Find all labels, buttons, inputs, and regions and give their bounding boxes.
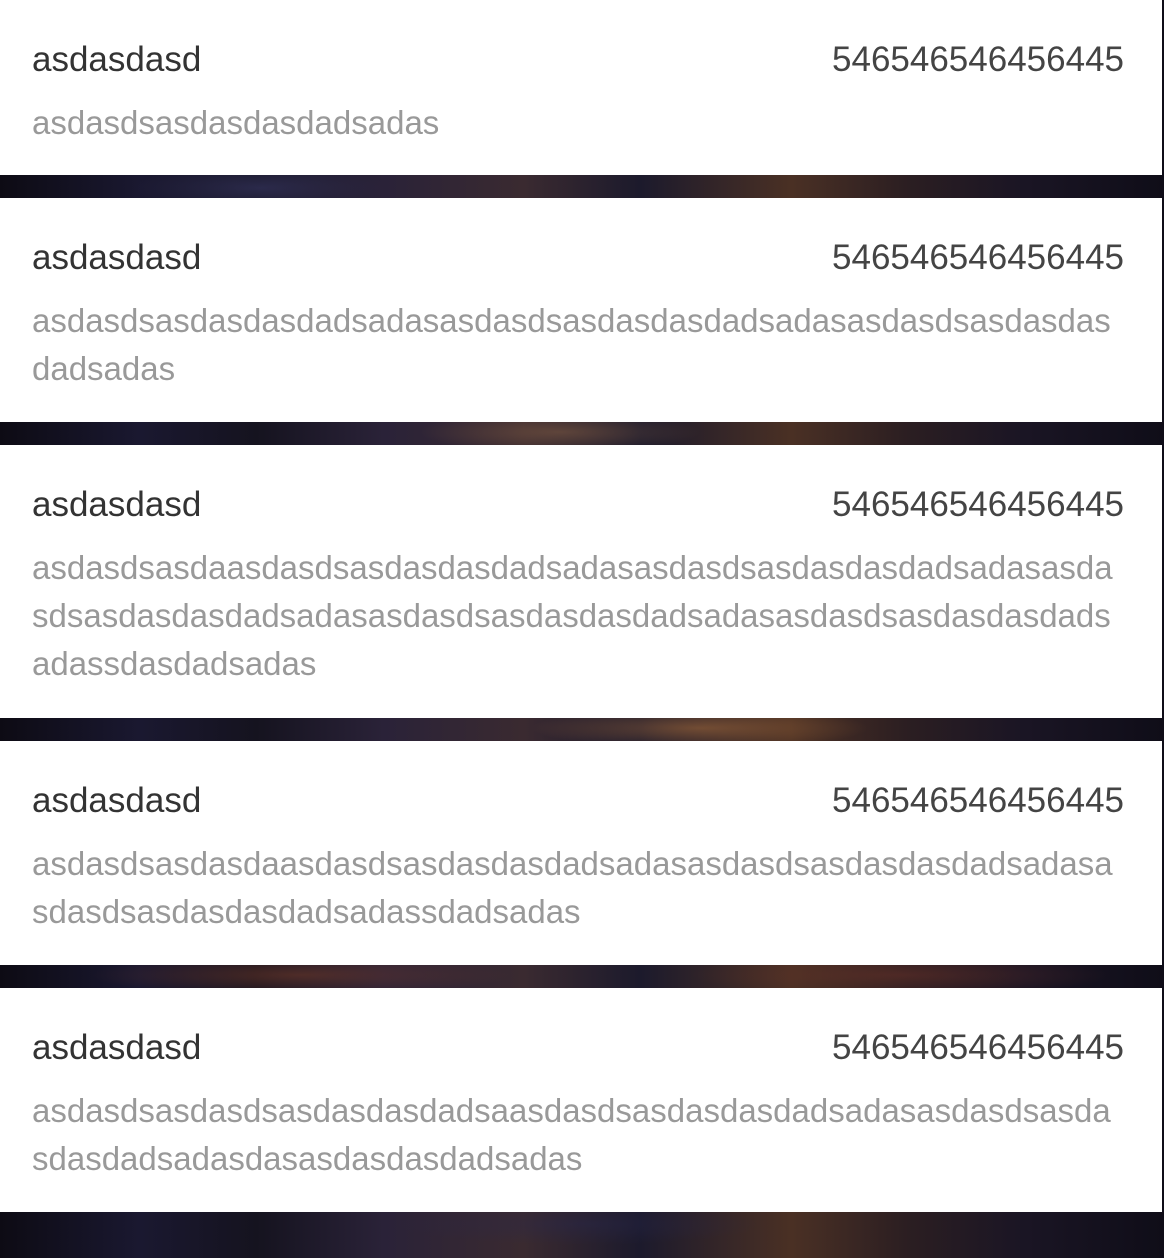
item-name: asdasdasd bbox=[32, 238, 202, 277]
item-name: asdasdasd bbox=[32, 781, 202, 820]
list-item-header: asdasdasd 546546546456445 bbox=[32, 485, 1124, 525]
list-item[interactable]: asdasdasd 546546546456445 asdasdsasdaasd… bbox=[0, 445, 1162, 718]
item-number: 546546546456445 bbox=[832, 40, 1124, 79]
item-description: asdasdsasdasdasdadsadasasdasdsasdasdasda… bbox=[32, 302, 1111, 387]
item-description: asdasdsasdaasdasdsasdasdasdadsadasasdasd… bbox=[32, 549, 1113, 682]
list-item[interactable]: asdasdasd 546546546456445 asdasdsasdasds… bbox=[0, 988, 1162, 1212]
list-item[interactable]: asdasdasd 546546546456445 asdasdsasdasda… bbox=[0, 0, 1162, 175]
list-item-header: asdasdasd 546546546456445 bbox=[32, 40, 1124, 80]
list-item-header: asdasdasd 546546546456445 bbox=[32, 781, 1124, 821]
item-description: asdasdsasdasdasdadsadas bbox=[32, 104, 440, 141]
list-item[interactable]: asdasdasd 546546546456445 asdasdsasdasda… bbox=[0, 198, 1162, 422]
item-description: asdasdsasdasdaasdasdsasdasdasdadsadasasd… bbox=[32, 845, 1113, 930]
item-number: 546546546456445 bbox=[832, 781, 1124, 820]
item-name: asdasdasd bbox=[32, 40, 202, 79]
item-name: asdasdasd bbox=[32, 1028, 202, 1067]
list-item[interactable]: asdasdasd 546546546456445 asdasdsasdasda… bbox=[0, 741, 1162, 965]
item-description: asdasdsasdasdsasdasdasdadsaasdasdsasdasd… bbox=[32, 1092, 1111, 1177]
list-item-header: asdasdasd 546546546456445 bbox=[32, 238, 1124, 278]
item-name: asdasdasd bbox=[32, 485, 202, 524]
list-item-header: asdasdasd 546546546456445 bbox=[32, 1028, 1124, 1068]
item-number: 546546546456445 bbox=[832, 1028, 1124, 1067]
item-number: 546546546456445 bbox=[832, 485, 1124, 524]
item-number: 546546546456445 bbox=[832, 238, 1124, 277]
